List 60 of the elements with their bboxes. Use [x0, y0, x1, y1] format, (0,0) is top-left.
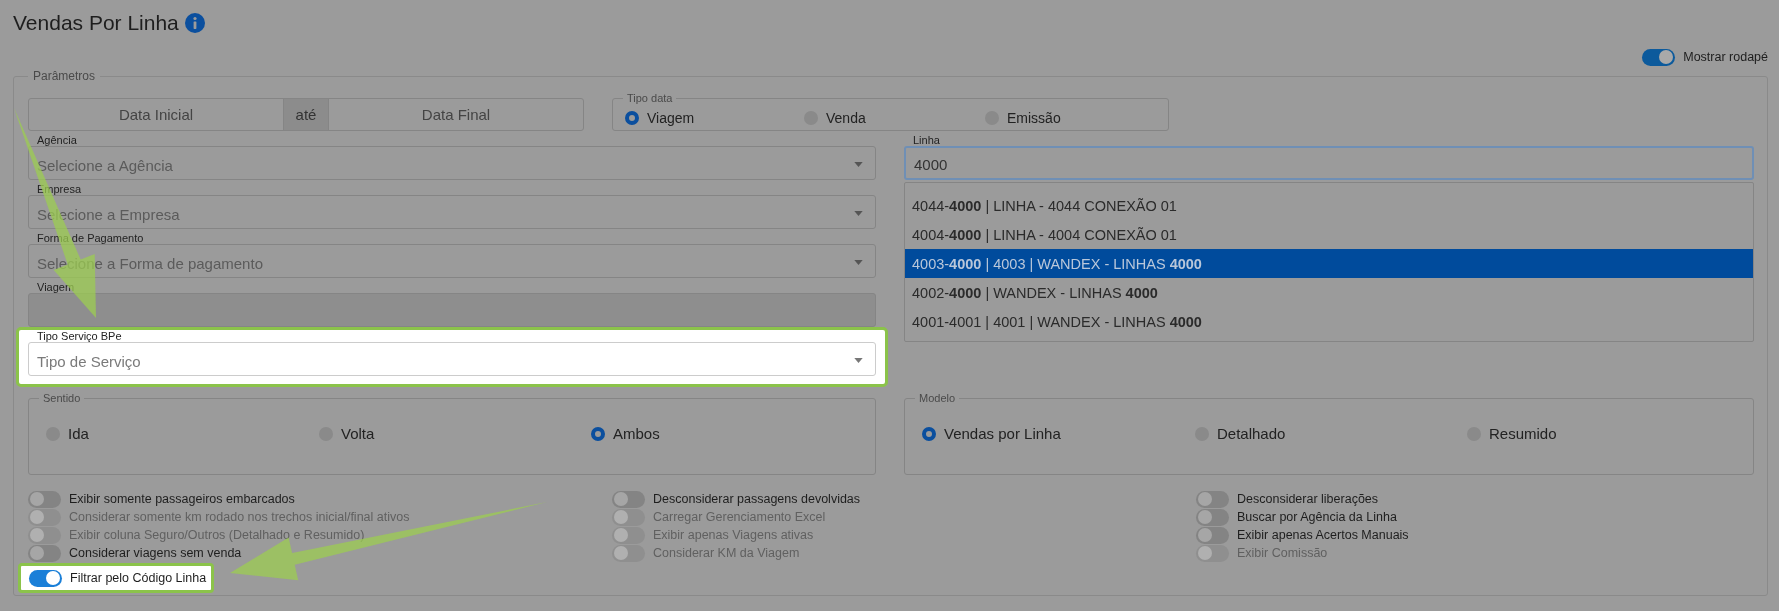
info-icon[interactable]: [184, 13, 205, 33]
toggle-label: Considerar KM da Viagem: [653, 546, 800, 560]
radio-button[interactable]: [625, 110, 639, 125]
toggle-label: Exibir apenas Viagens ativas: [653, 528, 814, 542]
page-title: Vendas Por Linha: [13, 11, 179, 35]
end-date-field[interactable]: Data Final: [329, 99, 583, 130]
toggle-label: Mostrar rodapé: [1683, 50, 1768, 64]
field-label: Agência: [36, 134, 78, 146]
toggle-label: Carregar Gerenciamento Excel: [653, 510, 826, 524]
radio-button[interactable]: [591, 426, 605, 441]
field-label: Viagem: [36, 281, 76, 293]
placeholder-text: Selecione a Agência: [37, 156, 173, 174]
input-field[interactable]: 4000: [904, 146, 1754, 180]
toggle-switch[interactable]: [28, 544, 61, 562]
toggle-label: Desconsiderar passagens devolvidas: [653, 492, 861, 506]
panel-legend: Parâmetros: [28, 69, 101, 83]
placeholder-text: Tipo de Serviço: [37, 352, 141, 370]
dropdown-option[interactable]: 4002-4000 | WANDEX - LINHAS 4000: [905, 278, 1753, 307]
toggle-label: Exibir apenas Acertos Manuais: [1237, 528, 1409, 542]
dropdown-option[interactable]: 4001-4001 | 4001 | WANDEX - LINHAS 4000: [905, 307, 1753, 336]
caret-icon: [854, 358, 863, 363]
toggle-switch[interactable]: [1196, 490, 1229, 508]
caret-icon: [854, 162, 863, 167]
toggle-switch[interactable]: [1196, 508, 1229, 526]
group-legend: Modelo: [915, 392, 960, 404]
group-legend: Sentido: [39, 392, 85, 404]
group-legend: Tipo data: [623, 92, 677, 104]
toggle-label: Exibir Comissão: [1237, 546, 1328, 560]
toggle-label: Filtrar pelo Código Linha: [70, 571, 207, 585]
field-label: Linha: [912, 134, 941, 146]
radio-label: Ambos: [613, 425, 660, 442]
toggle-label: Buscar por Agência da Linha: [1237, 510, 1397, 524]
toggle-switch[interactable]: [1196, 526, 1229, 544]
dropdown-option[interactable]: 4004-4000 | LINHA - 4004 CONEXÃO 01: [905, 220, 1753, 249]
field-label: Tipo Serviço BPe: [36, 330, 123, 342]
toggle-label: Exibir somente passageiros embarcados: [69, 492, 295, 506]
toggle-switch[interactable]: [612, 490, 645, 508]
field-value: 4000: [914, 156, 948, 173]
radio-label: Ida: [68, 425, 89, 442]
radio-label: Detalhado: [1217, 425, 1286, 442]
toggle-label: Considerar somente km rodado nos trechos inicial/final ativos: [69, 510, 410, 524]
toggle-label: Desconsiderar liberações: [1237, 492, 1379, 506]
radio-button[interactable]: [922, 426, 936, 441]
radio-label: Emissão: [1007, 109, 1061, 126]
radio-label: Resumido: [1489, 425, 1557, 442]
select-field[interactable]: Tipo de Serviço: [28, 342, 876, 376]
toggle-label: Considerar viagens sem venda: [69, 546, 242, 560]
radio-label: Vendas por Linha: [944, 425, 1061, 442]
toggle-label: Exibir coluna Seguro/Outros (Detalhado e Resumido): [69, 528, 365, 542]
radio-label: Volta: [341, 425, 375, 442]
radio-label: Venda: [826, 109, 866, 126]
toggle-switch[interactable]: [1642, 48, 1676, 66]
dropdown-option[interactable]: 4044-4000 | LINHA - 4044 CONEXÃO 01: [905, 191, 1753, 220]
dropdown-option[interactable]: 4003-4000 | 4003 | WANDEX - LINHAS 4000: [905, 249, 1753, 278]
field-label: Empresa: [36, 183, 83, 195]
start-date-field[interactable]: Data Inicial: [29, 99, 283, 130]
date-separator: até: [283, 99, 329, 130]
toggle-switch[interactable]: [28, 490, 61, 508]
toggle-switch[interactable]: [29, 569, 62, 587]
radio-label: Viagem: [647, 109, 695, 126]
